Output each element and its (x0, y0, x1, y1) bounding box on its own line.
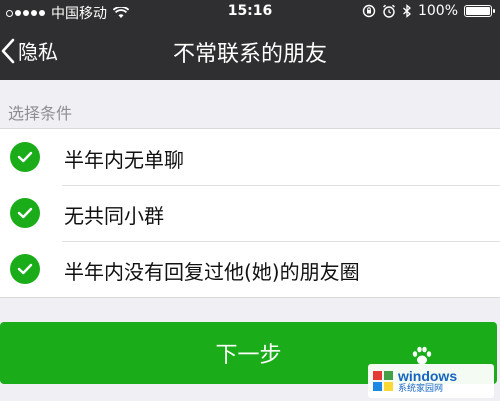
battery-percent: 100% (417, 3, 458, 19)
condition-row[interactable]: 半年内没有回复过他(她)的朋友圈 (0, 241, 500, 297)
check-icon (10, 198, 40, 228)
nav-bar: 隐私 不常联系的朋友 (0, 24, 500, 80)
check-icon (10, 142, 40, 172)
watermark: windows 系统家园网 (368, 364, 494, 398)
condition-label: 无共同小群 (64, 204, 164, 228)
windows-logo-icon (373, 371, 393, 391)
status-bar: 中国移动 15:16 100% (0, 0, 500, 24)
status-right: 100% (362, 3, 495, 19)
next-step-label: 下一步 (215, 343, 282, 368)
section-label: 选择条件 (8, 104, 73, 123)
alarm-icon (383, 4, 395, 18)
watermark-main: windows (398, 367, 458, 384)
condition-row[interactable]: 无共同小群 (0, 185, 500, 241)
orientation-lock-icon (362, 4, 376, 18)
bluetooth-icon (403, 4, 411, 18)
screen: 中国移动 15:16 100% 隐私 不常联系的朋友 选择条件 半年内无单聊 无… (0, 0, 500, 401)
watermark-text: windows 系统家园网 (398, 369, 457, 394)
battery-icon (464, 5, 495, 17)
check-icon (10, 254, 40, 284)
watermark-sub: 系统家园网 (398, 383, 444, 394)
top-bar: 中国移动 15:16 100% 隐私 不常联系的朋友 (0, 0, 500, 80)
condition-list: 半年内无单聊 无共同小群 半年内没有回复过他(她)的朋友圈 (0, 128, 500, 298)
condition-row[interactable]: 半年内无单聊 (0, 129, 500, 185)
condition-label: 半年内没有回复过他(她)的朋友圈 (64, 260, 360, 284)
page-title: 不常联系的朋友 (172, 42, 327, 67)
condition-label: 半年内无单聊 (64, 148, 184, 172)
